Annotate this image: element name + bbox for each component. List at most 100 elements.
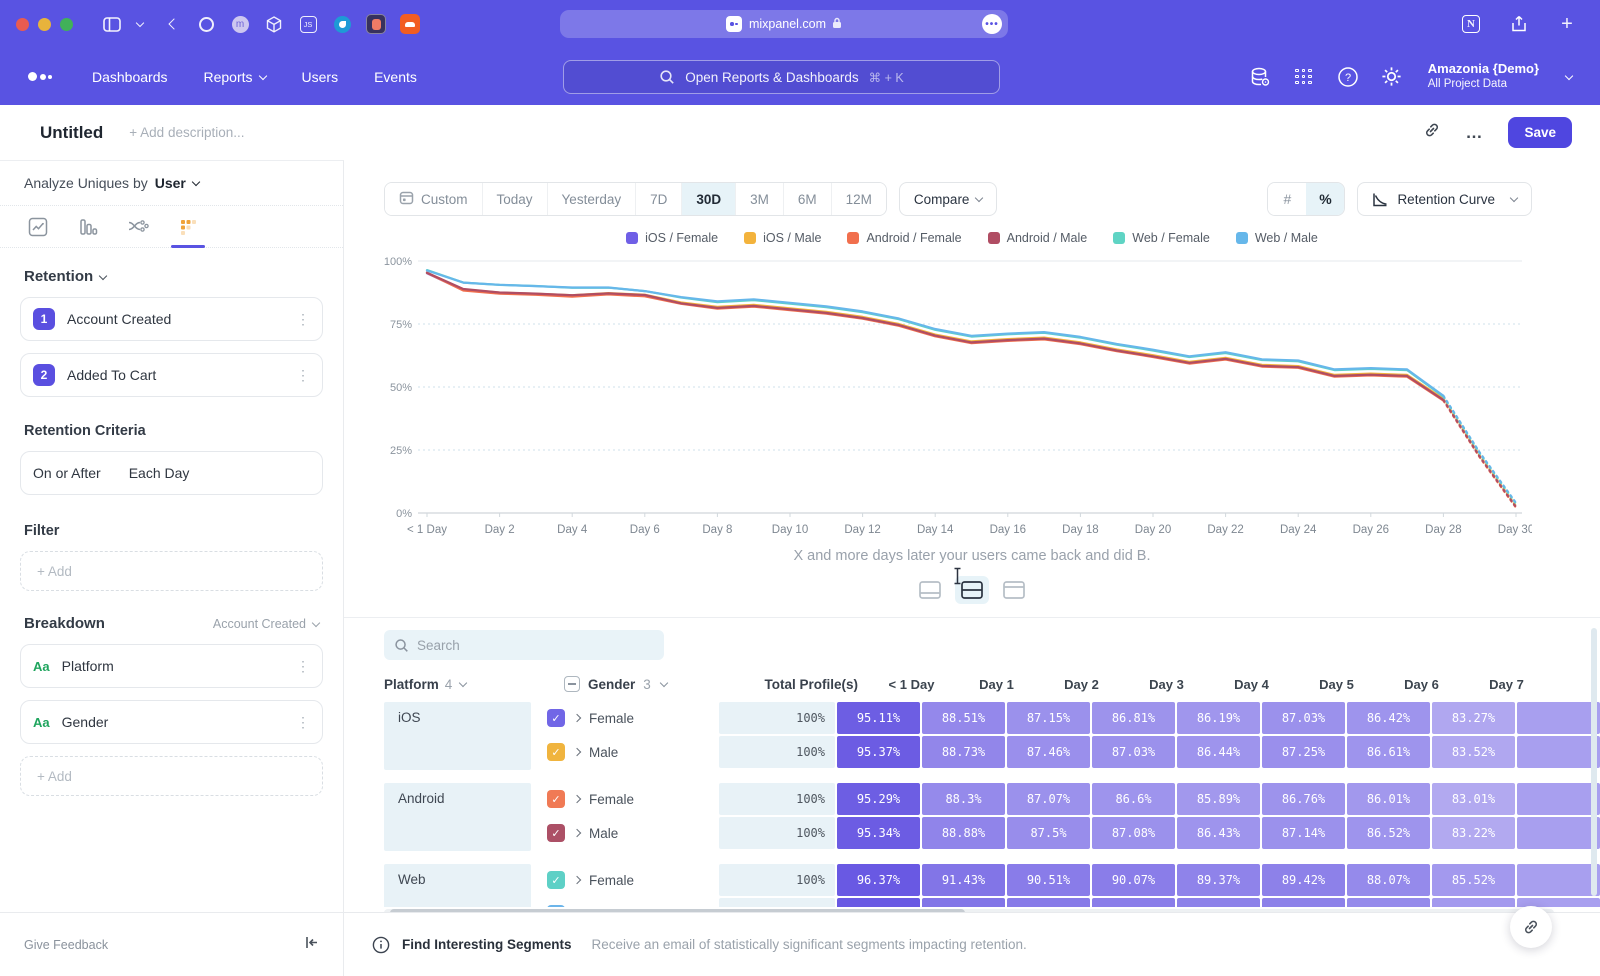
range-30d[interactable]: 30D bbox=[682, 183, 736, 215]
retention-value-cell[interactable]: 87.07% bbox=[1007, 783, 1090, 815]
give-feedback-link[interactable]: Give Feedback bbox=[24, 938, 108, 952]
retention-value-cell[interactable]: 86.81% bbox=[1092, 702, 1175, 734]
checkbox-web-female[interactable]: ✓ bbox=[547, 871, 565, 889]
retention-value-cell[interactable]: 87.08% bbox=[1092, 817, 1175, 849]
back-icon[interactable] bbox=[159, 11, 185, 37]
mixpanel-logo-icon[interactable] bbox=[28, 72, 52, 81]
retention-value-cell[interactable]: 86.6% bbox=[1092, 783, 1175, 815]
add-filter-button[interactable]: + Add bbox=[20, 551, 323, 591]
breakdown-card-gender[interactable]: Aa Gender ⋮ bbox=[20, 700, 323, 744]
legend-item-web-male[interactable]: Web / Male bbox=[1236, 231, 1318, 245]
retention-value-cell[interactable]: 86.42% bbox=[1347, 702, 1430, 734]
retention-section-header[interactable]: Retention bbox=[0, 268, 343, 285]
retention-value-cell-clipped[interactable] bbox=[1517, 817, 1600, 849]
notion-icon[interactable]: N bbox=[1458, 11, 1484, 37]
criteria-frequency[interactable]: Each Day bbox=[129, 465, 190, 481]
retention-value-cell[interactable]: 83.27% bbox=[1432, 702, 1515, 734]
collapse-sidebar-icon[interactable] bbox=[304, 935, 319, 955]
range-3m[interactable]: 3M bbox=[736, 183, 784, 215]
window-controls[interactable] bbox=[16, 18, 73, 31]
breakdown-card-platform[interactable]: Aa Platform ⋮ bbox=[20, 644, 323, 688]
retention-value-cell[interactable]: 91.43% bbox=[922, 864, 1005, 896]
retention-value-cell[interactable]: 83.22% bbox=[1432, 817, 1515, 849]
retention-value-cell[interactable]: 86.76% bbox=[1262, 783, 1345, 815]
settings-gear-icon[interactable] bbox=[1380, 65, 1404, 89]
add-breakdown-button[interactable]: + Add bbox=[20, 756, 323, 796]
checkbox-ios-female[interactable]: ✓ bbox=[547, 709, 565, 727]
retention-value-cell[interactable]: 90.04% bbox=[1092, 898, 1175, 907]
retention-value-cell[interactable]: 87.5% bbox=[1007, 817, 1090, 849]
sidebar-toggle-icon[interactable] bbox=[99, 11, 125, 37]
retention-value-cell[interactable]: 89.42% bbox=[1262, 864, 1345, 896]
retention-value-cell[interactable]: 91.44% bbox=[922, 898, 1005, 907]
retention-value-cell[interactable]: 86.01% bbox=[1347, 783, 1430, 815]
nav-item-dashboards[interactable]: Dashboards bbox=[92, 69, 168, 85]
retention-value-cell[interactable]: 89.48% bbox=[1177, 898, 1260, 907]
close-window-button[interactable] bbox=[16, 18, 29, 31]
range-6m[interactable]: 6M bbox=[784, 183, 832, 215]
save-button[interactable]: Save bbox=[1508, 117, 1572, 148]
column-header-platform[interactable]: Platform 4 bbox=[384, 677, 564, 692]
percent-mode-button[interactable]: % bbox=[1306, 183, 1344, 215]
address-bar[interactable]: mixpanel.com ••• bbox=[560, 10, 1008, 38]
extension-soundcloud-icon[interactable] bbox=[397, 11, 423, 37]
tab-funnels[interactable] bbox=[68, 207, 108, 247]
column-header-day-7[interactable]: Day 7 bbox=[1465, 677, 1548, 692]
retention-value-cell-clipped[interactable] bbox=[1517, 736, 1600, 768]
nav-item-events[interactable]: Events bbox=[374, 69, 417, 85]
absolute-mode-button[interactable]: # bbox=[1268, 183, 1306, 215]
retention-value-cell[interactable]: 88.04% bbox=[1347, 898, 1430, 907]
expand-row-icon[interactable] bbox=[573, 876, 581, 884]
retention-value-cell-clipped[interactable] bbox=[1517, 783, 1600, 815]
column-header-day-1[interactable]: Day 1 bbox=[955, 677, 1038, 692]
extension-ring-icon[interactable] bbox=[193, 11, 219, 37]
retention-value-cell[interactable]: 86.19% bbox=[1177, 702, 1260, 734]
breakdown-scope-select[interactable]: Account Created bbox=[213, 617, 319, 631]
share-link-fab[interactable] bbox=[1510, 906, 1552, 948]
retention-value-cell[interactable]: 86.44% bbox=[1177, 736, 1260, 768]
retention-value-cell[interactable]: 87.14% bbox=[1262, 817, 1345, 849]
minimize-window-button[interactable] bbox=[38, 18, 51, 31]
retention-chart[interactable]: 0%25%50%75%100%< 1 DayDay 2Day 4Day 6Day… bbox=[372, 249, 1600, 546]
chart-type-button[interactable]: Retention Curve bbox=[1357, 182, 1532, 216]
retention-value-cell[interactable]: 95.11% bbox=[837, 702, 920, 734]
expand-row-icon[interactable] bbox=[573, 829, 581, 837]
step-menu-icon[interactable]: ⋮ bbox=[296, 311, 310, 328]
column-header-day-2[interactable]: Day 2 bbox=[1040, 677, 1123, 692]
retention-value-cell[interactable]: 85.52% bbox=[1432, 864, 1515, 896]
more-options-icon[interactable]: … bbox=[1465, 123, 1484, 143]
view-chart-focus-icon[interactable] bbox=[913, 576, 947, 604]
tab-insights[interactable] bbox=[18, 207, 58, 247]
retention-value-cell[interactable]: 88.73% bbox=[922, 736, 1005, 768]
table-search[interactable] bbox=[384, 630, 664, 660]
column-header-day-5[interactable]: Day 5 bbox=[1295, 677, 1378, 692]
retention-value-cell[interactable]: 86.52% bbox=[1347, 817, 1430, 849]
find-segments-title[interactable]: Find Interesting Segments bbox=[402, 937, 572, 952]
tab-flows[interactable] bbox=[118, 207, 158, 247]
retention-value-cell-clipped[interactable] bbox=[1517, 702, 1600, 734]
retention-value-cell[interactable]: 86.61% bbox=[1347, 736, 1430, 768]
breakdown-menu-icon[interactable]: ⋮ bbox=[296, 658, 310, 675]
retention-value-cell[interactable]: 95.29% bbox=[837, 783, 920, 815]
range-today[interactable]: Today bbox=[483, 183, 548, 215]
column-header-1-day[interactable]: < 1 Day bbox=[870, 677, 953, 692]
retention-value-cell[interactable]: 83.52% bbox=[1432, 736, 1515, 768]
retention-value-cell[interactable]: 95.37% bbox=[837, 736, 920, 768]
vertical-scrollbar[interactable] bbox=[1591, 628, 1597, 896]
extension-record-icon[interactable] bbox=[363, 11, 389, 37]
view-split-icon[interactable] bbox=[955, 576, 989, 604]
retention-value-cell[interactable]: 87.03% bbox=[1262, 702, 1345, 734]
column-header-day-3[interactable]: Day 3 bbox=[1125, 677, 1208, 692]
criteria-qualifier[interactable]: On or After bbox=[33, 465, 101, 481]
page-actions-icon[interactable]: ••• bbox=[982, 14, 1002, 34]
legend-item-android-female[interactable]: Android / Female bbox=[847, 231, 961, 245]
retention-value-cell[interactable]: 88.51% bbox=[922, 702, 1005, 734]
range-7d[interactable]: 7D bbox=[636, 183, 682, 215]
tab-retention[interactable] bbox=[168, 207, 208, 247]
checkbox-android-male[interactable]: ✓ bbox=[547, 824, 565, 842]
retention-value-cell[interactable]: 83.01% bbox=[1432, 783, 1515, 815]
nav-item-reports[interactable]: Reports bbox=[204, 69, 266, 85]
checkbox-android-female[interactable]: ✓ bbox=[547, 790, 565, 808]
retention-value-cell[interactable]: 89.37% bbox=[1177, 864, 1260, 896]
sidebar-chevron-icon[interactable] bbox=[133, 11, 147, 37]
